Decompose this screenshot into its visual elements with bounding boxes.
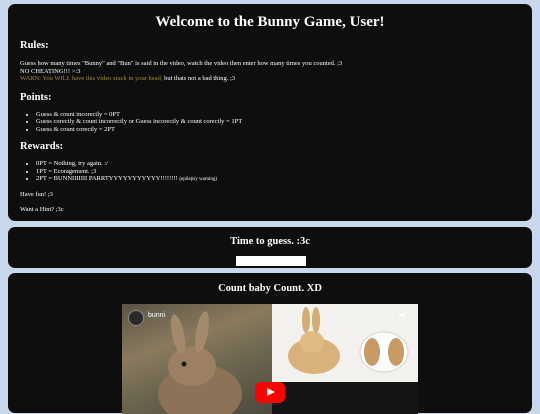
rules-heading: Rules: (20, 40, 49, 51)
points-item: Guess corectly & count incorrectly or Gu… (36, 118, 520, 126)
rules-text: Guess how many times "Bunny" and "Bun" i… (20, 60, 520, 83)
points-heading: Points: (20, 91, 52, 103)
video-thumbnail-dark (272, 382, 418, 414)
share-icon[interactable]: ➦ (398, 310, 406, 321)
warn-text: WARN: You WILL have this video stuck in … (20, 75, 163, 82)
video-title: Count baby Count. XD (218, 283, 322, 294)
bunny-image (158, 311, 242, 414)
play-icon (267, 388, 275, 396)
reward-item: 2PT = BUNNIIIIIII PARRTYYYYYYYYYYY!!!!!!… (36, 175, 520, 184)
timer-title: Time to guess. :3c (230, 236, 310, 247)
reward-item: 1PT = Ecoragement. ;3 (36, 168, 520, 176)
rewards-list: 0PT = Nothing, try again. :/ 1PT = Ecora… (20, 160, 520, 184)
timer-panel: Time to guess. :3c (8, 227, 532, 268)
channel-avatar-icon[interactable] (128, 310, 144, 326)
video-thumbnail-bunny (122, 304, 272, 414)
have-fun-text: Have fun! ;3 (20, 190, 53, 198)
channel-name[interactable]: bunni (148, 312, 165, 319)
hint-link[interactable]: Want a Hint? ;3c (20, 206, 520, 214)
rules-line-1: Guess how many times "Bunny" and "Bun" i… (20, 60, 343, 67)
warn-tail: but thats not a bad thing. ;3 (162, 75, 236, 82)
reward-item: 0PT = Nothing, try again. :/ (36, 160, 520, 168)
points-item: Guess & count incorectly = 0PT (36, 111, 520, 119)
video-panel: Count baby Count. XD bunni ➦ (8, 273, 532, 414)
reward-2-text: 2PT = BUNNIIIIIII PARRTYYYYYYYYYYY!!!!!!… (36, 175, 180, 182)
points-list: Guess & count incorectly = 0PT Guess cor… (20, 111, 520, 134)
bunnies-image (288, 307, 409, 374)
warn-line: WARN: You WILL have this video stuck in … (20, 75, 520, 83)
rules-panel: Welcome to the Bunny Game, User! Rules: … (8, 4, 532, 221)
guess-input[interactable] (236, 256, 306, 266)
rewards-heading: Rewards: (20, 141, 64, 152)
video-thumbnail-bunnies (272, 304, 418, 382)
epilepsy-note: (epilepsy warning) (179, 177, 218, 182)
video-player[interactable]: bunni ➦ (122, 304, 418, 414)
page-title: Welcome to the Bunny Game, User! (155, 14, 385, 30)
play-button[interactable] (255, 382, 285, 403)
points-item: Guess & count corectly = 2PT (36, 126, 520, 134)
rules-line-2: NO CHEATING!!! >:3 (20, 67, 81, 75)
